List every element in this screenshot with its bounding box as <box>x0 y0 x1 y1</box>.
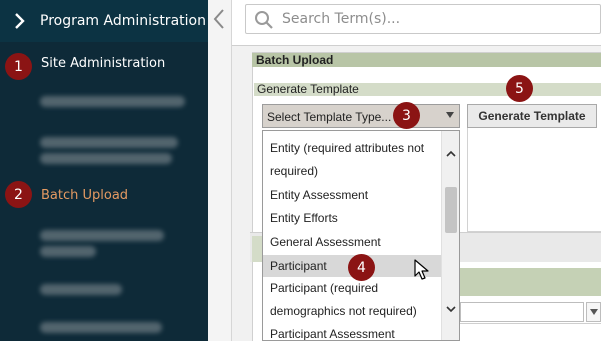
sidebar-item-blurred-2a[interactable] <box>40 137 178 148</box>
content-area <box>467 128 601 232</box>
annotation-badge-4: 4 <box>348 254 375 281</box>
grid-filter-button[interactable] <box>586 302 601 322</box>
grid-filter-input[interactable] <box>460 302 584 322</box>
annotation-badge-2: 2 <box>5 181 32 208</box>
dropdown-arrow-icon <box>446 112 454 118</box>
sidebar-item-blurred-2b <box>40 153 172 164</box>
list-item-entity-required-attributes-cont[interactable]: required) <box>263 164 441 178</box>
sidebar-item-blurred-1[interactable] <box>40 96 185 107</box>
list-item-entity-efforts[interactable]: Entity Efforts <box>263 211 441 225</box>
sidebar-header-label: Program Administration <box>40 13 206 29</box>
sidebar-item-batch-upload[interactable]: Batch Upload <box>41 188 128 203</box>
list-item-participant-assessment[interactable]: Participant Assessment <box>263 327 441 340</box>
template-type-dropdown-list[interactable]: Entity (required attributes not required… <box>262 130 460 341</box>
sidebar: Program Administration Site Administrati… <box>0 0 208 341</box>
chevron-down-icon[interactable] <box>446 303 456 313</box>
chevron-up-icon[interactable] <box>446 148 456 158</box>
mouse-pointer-icon <box>414 259 430 284</box>
search-placeholder: Search Term(s)... <box>282 11 401 27</box>
template-type-select-value: Select Template Type... <box>267 110 392 124</box>
list-item-entity-assessment[interactable]: Entity Assessment <box>263 188 441 202</box>
search-icon <box>254 10 274 33</box>
list-item-participant-required-demographics-cont[interactable]: demographics not required) <box>263 304 441 318</box>
dropdown-scrollbar[interactable] <box>441 131 459 340</box>
grid-header-row <box>460 268 601 296</box>
chevron-left-icon[interactable] <box>212 8 226 33</box>
annotation-badge-3: 3 <box>393 102 420 129</box>
sidebar-item-blurred-3a[interactable] <box>40 230 164 241</box>
generate-template-button[interactable]: Generate Template <box>467 104 597 128</box>
sidebar-item-blurred-3b <box>40 246 96 257</box>
section-title-batch-upload: Batch Upload <box>252 53 601 67</box>
scrollbar-thumb[interactable] <box>445 187 457 233</box>
sidebar-item-blurred-4[interactable] <box>40 284 122 295</box>
search-input[interactable]: Search Term(s)... <box>245 4 601 34</box>
list-item-general-assessment[interactable]: General Assessment <box>263 235 441 249</box>
subsection-title-generate-template: Generate Template <box>254 83 601 96</box>
template-type-select[interactable]: Select Template Type... <box>262 104 460 128</box>
sidebar-item-blurred-5[interactable] <box>40 322 162 333</box>
sidebar-collapse-strip[interactable] <box>208 0 232 341</box>
annotation-badge-1: 1 <box>5 53 32 80</box>
chevron-right-icon <box>0 0 40 42</box>
list-item-entity-required-attributes[interactable]: Entity (required attributes not <box>263 141 441 155</box>
sidebar-header-program-administration[interactable]: Program Administration <box>0 0 208 42</box>
sidebar-item-site-administration[interactable]: Site Administration <box>41 56 165 71</box>
annotation-badge-5: 5 <box>506 75 533 102</box>
filter-icon <box>590 309 598 315</box>
